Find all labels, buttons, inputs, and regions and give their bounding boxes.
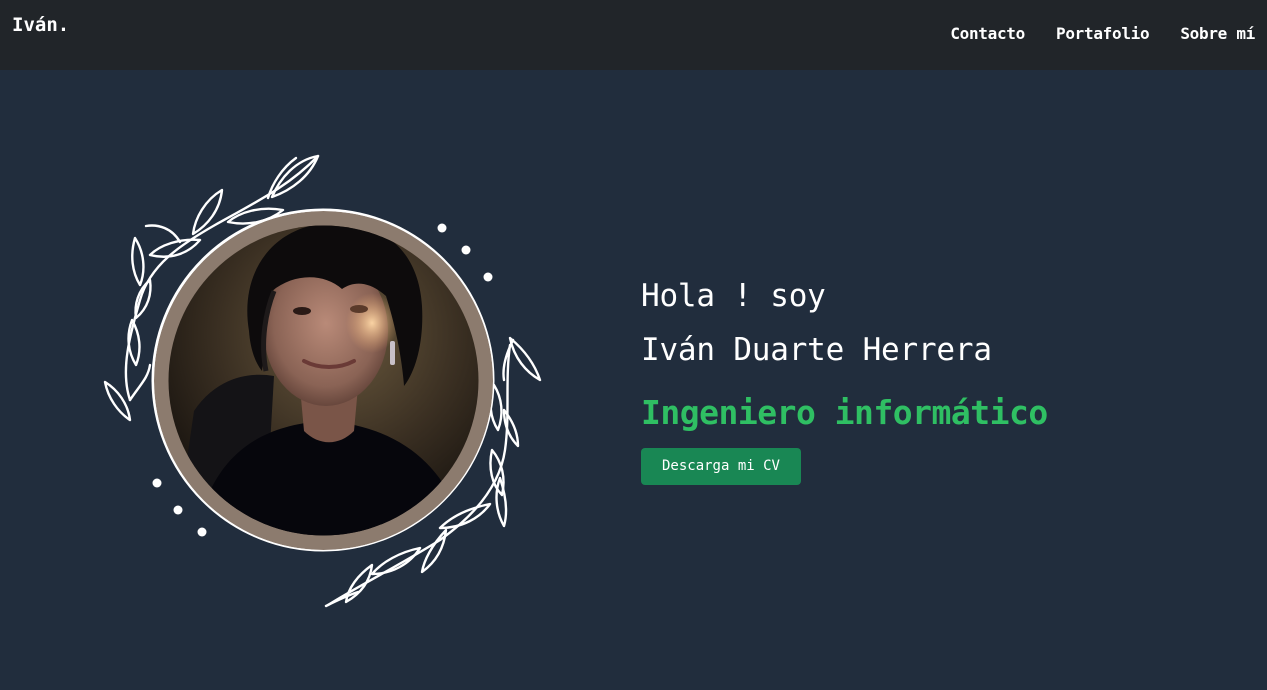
brand-logo[interactable]: Iván. — [12, 14, 69, 36]
nav-links: Contacto Portafolio Sobre mí — [950, 22, 1255, 46]
hero-greeting: Hola ! soy — [641, 278, 826, 314]
nav-link-contacto[interactable]: Contacto — [950, 22, 1025, 46]
download-cv-button[interactable]: Descarga mi CV — [641, 448, 801, 485]
navbar: Iván. Contacto Portafolio Sobre mí — [0, 0, 1267, 70]
nav-link-sobre-mi[interactable]: Sobre mí — [1180, 22, 1255, 46]
hero-name: Iván Duarte Herrera — [641, 332, 992, 368]
nav-link-portafolio[interactable]: Portafolio — [1056, 22, 1150, 46]
hero-role: Ingeniero informático — [641, 393, 1048, 432]
profile-photo — [154, 211, 493, 550]
